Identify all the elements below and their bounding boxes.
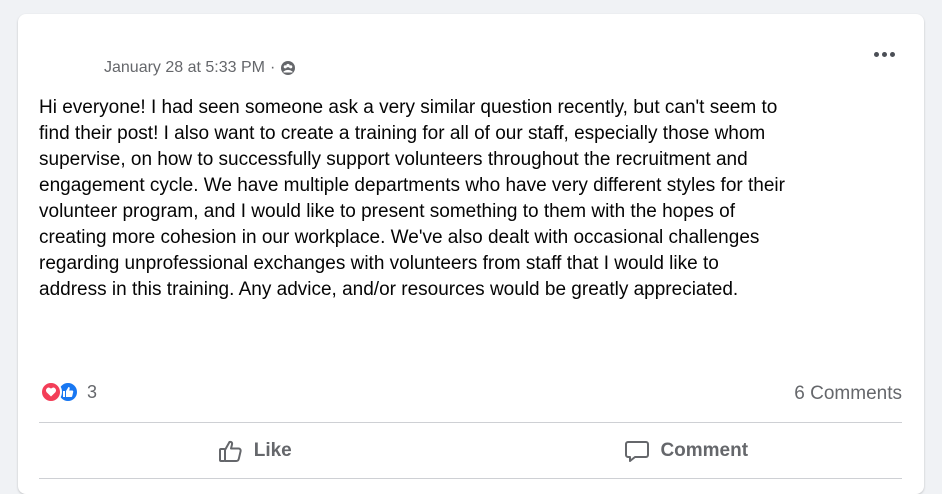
more-options-icon: [873, 51, 879, 57]
comments-count-link[interactable]: 6 Comments: [794, 383, 902, 405]
comment-button-label: Comment: [660, 440, 749, 461]
comment-icon: [625, 441, 650, 462]
group-icon[interactable]: [280, 60, 296, 76]
divider: [39, 478, 902, 479]
post-actions: Like Comment: [39, 430, 902, 472]
post-meta: January 28 at 5:33 PM ·: [104, 59, 296, 77]
post-timestamp[interactable]: January 28 at 5:33 PM: [104, 59, 265, 77]
meta-separator: ·: [269, 59, 276, 76]
comment-button[interactable]: Comment: [471, 430, 903, 472]
more-options-button[interactable]: [866, 38, 902, 70]
like-button[interactable]: Like: [39, 430, 471, 472]
love-reaction-icon: [40, 381, 62, 403]
reaction-count: 3: [87, 381, 98, 402]
post-card: January 28 at 5:33 PM · Hi everyone! I h…: [18, 14, 924, 494]
reactions-summary[interactable]: 3: [40, 381, 97, 403]
divider: [39, 422, 902, 423]
thumbs-up-icon: [218, 440, 242, 462]
post-body-text: Hi everyone! I had seen someone ask a ve…: [39, 97, 785, 300]
like-button-label: Like: [253, 440, 292, 461]
